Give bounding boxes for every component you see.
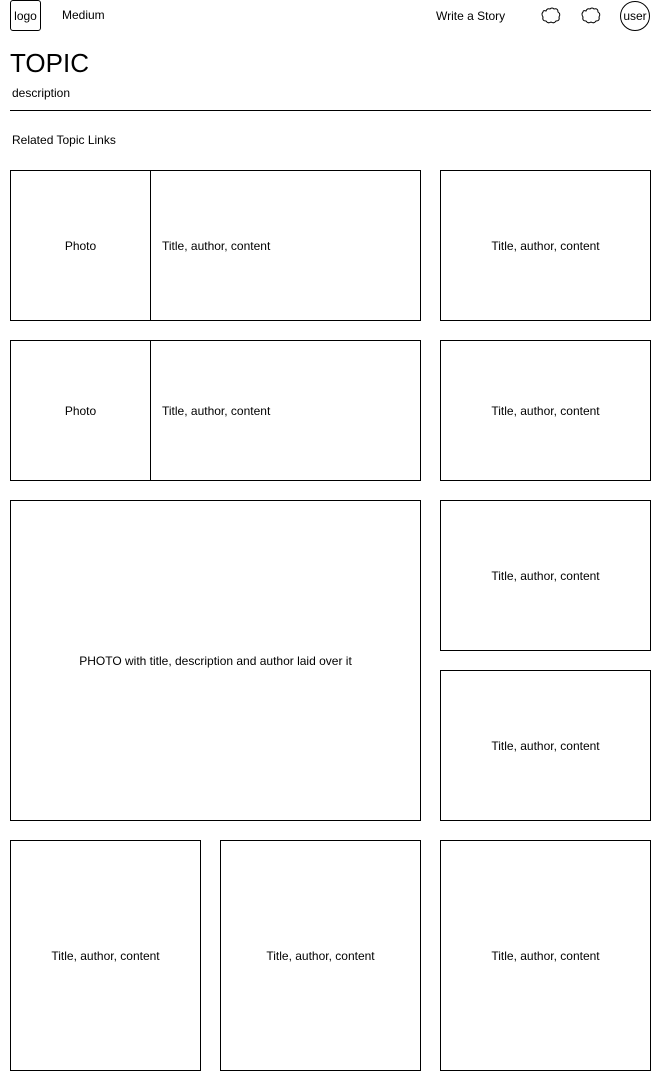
article-card[interactable]: Title, author, content <box>440 500 651 651</box>
cloud-icon[interactable] <box>580 5 602 27</box>
topic-description: description <box>12 86 71 100</box>
content-label: Title, author, content <box>266 948 375 963</box>
brand-link[interactable]: Medium <box>62 8 105 22</box>
content-label: Title, author, content <box>491 568 600 583</box>
user-avatar[interactable]: user <box>620 1 650 31</box>
content-label: Title, author, content <box>491 738 600 753</box>
related-topic-links[interactable]: Related Topic Links <box>12 133 116 147</box>
user-label: user <box>623 9 647 23</box>
divider <box>10 110 651 111</box>
page-title: TOPIC <box>10 48 89 78</box>
cloud-icon[interactable] <box>540 5 562 27</box>
logo-label: logo <box>14 8 37 23</box>
write-story-link[interactable]: Write a Story <box>436 9 505 23</box>
content-label: Title, author, content <box>162 403 271 418</box>
featured-photo-label: PHOTO with title, description and author… <box>79 653 352 668</box>
content-label: Title, author, content <box>491 403 600 418</box>
photo-label: Photo <box>64 238 97 253</box>
featured-photo-card[interactable]: PHOTO with title, description and author… <box>10 500 421 821</box>
article-card[interactable]: Title, author, content <box>440 170 651 321</box>
article-card-photo[interactable]: Photo <box>10 340 151 481</box>
article-card-content[interactable]: Title, author, content <box>150 170 421 321</box>
content-label: Title, author, content <box>162 238 271 253</box>
content-label: Title, author, content <box>51 948 160 963</box>
article-card[interactable]: Title, author, content <box>10 840 201 1071</box>
article-card[interactable]: Title, author, content <box>440 840 651 1071</box>
content-label: Title, author, content <box>491 948 600 963</box>
photo-label: Photo <box>64 403 97 418</box>
article-card[interactable]: Title, author, content <box>220 840 421 1071</box>
article-card-photo[interactable]: Photo <box>10 170 151 321</box>
article-card[interactable]: Title, author, content <box>440 670 651 821</box>
logo[interactable]: logo <box>10 0 41 31</box>
article-card-content[interactable]: Title, author, content <box>150 340 421 481</box>
article-card[interactable]: Title, author, content <box>440 340 651 481</box>
content-label: Title, author, content <box>491 238 600 253</box>
